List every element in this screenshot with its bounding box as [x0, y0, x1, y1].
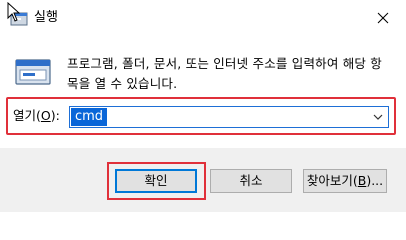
window-title: 실행 [34, 10, 58, 25]
cancel-button[interactable]: 취소 [210, 169, 292, 193]
description-line-1: 프로그램, 폴더, 문서, 또는 인터넷 주소를 입력하여 해당 항 [67, 56, 383, 71]
description-line-2: 목을 열 수 있습니다. [67, 76, 178, 91]
run-dialog: 실행 프로그램, 폴더, 문서, 또는 인터넷 주소를 입력하여 해당 항 목을… [0, 0, 406, 212]
close-button[interactable] [360, 0, 406, 36]
close-icon [377, 12, 389, 24]
ok-button[interactable]: 확인 [115, 169, 197, 193]
title-bar[interactable]: 실행 [0, 0, 406, 36]
chevron-down-icon [373, 114, 383, 120]
open-label: 열기(O): [13, 108, 60, 123]
dropdown-button[interactable] [368, 107, 388, 127]
open-combobox[interactable]: cmd [69, 106, 389, 128]
open-input-value[interactable]: cmd [71, 108, 108, 126]
run-description: 프로그램, 폴더, 문서, 또는 인터넷 주소를 입력하여 해당 항 목을 열 … [67, 54, 397, 94]
button-bar: 확인 취소 찾아보기(B)... [0, 148, 406, 212]
open-field-group: 열기(O): cmd [6, 97, 396, 135]
mouse-cursor-icon [7, 2, 21, 22]
run-icon [15, 59, 51, 85]
browse-button[interactable]: 찾아보기(B)... [303, 169, 387, 193]
